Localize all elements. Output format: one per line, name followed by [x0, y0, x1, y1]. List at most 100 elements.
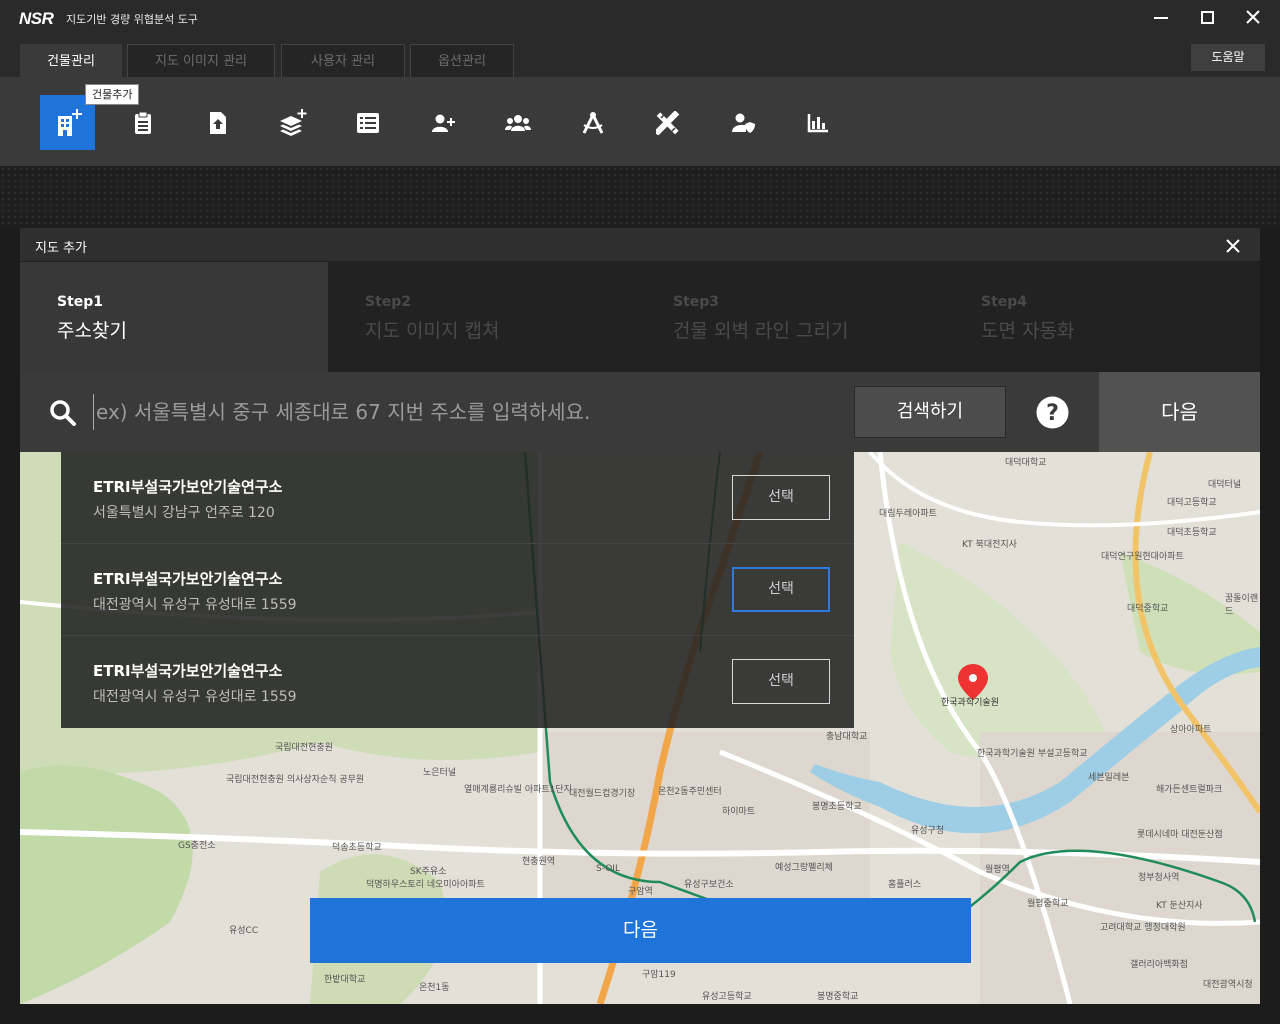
- map-label: 한밭대학교: [324, 975, 366, 985]
- user-shield-tool[interactable]: [715, 95, 770, 150]
- map-label: 구암119: [642, 970, 676, 980]
- step-number: Step2: [365, 294, 412, 310]
- toolbar: 건물추가: [0, 77, 1280, 166]
- map-label: 대덕터널: [1208, 480, 1242, 490]
- map-label: 월평중학교: [1027, 899, 1069, 909]
- map-label: 대덕연구원현대아파트: [1101, 552, 1184, 562]
- step-4: Step4 도면 자동화: [944, 262, 1252, 372]
- minimize-icon: [1154, 17, 1168, 19]
- map-label: S-OIL: [596, 864, 620, 874]
- result-name: ETRI부설국가보안기술연구소: [93, 478, 283, 496]
- address-search-input[interactable]: [93, 394, 833, 430]
- map-label: 덕명하우스토리 네오미아아파트: [366, 880, 485, 890]
- step-number: Step3: [673, 294, 720, 310]
- map-label: 온천1동: [419, 983, 450, 993]
- svg-text:?: ?: [1046, 401, 1059, 426]
- result-name: ETRI부설국가보안기술연구소: [93, 662, 283, 680]
- layers-add-icon: [279, 108, 306, 136]
- users-icon: [504, 114, 531, 131]
- map-label: 봉명초등학교: [812, 802, 862, 812]
- title-bar: NSR 지도기반 경량 위협분석 도구: [0, 0, 1280, 38]
- result-address: 대전광역시 유성구 유성대로 1559: [93, 597, 297, 613]
- close-icon: [1226, 239, 1240, 253]
- dialog-title: 지도 추가: [35, 241, 87, 256]
- next-button-bottom[interactable]: 다음: [310, 898, 971, 963]
- map-label: 대덕중학교: [1127, 604, 1169, 614]
- map-view[interactable]: 대덕대학교 대덕터널 대덕고등학교 대덕초등학교 대덕연구원현대아파트 KT 북…: [20, 452, 1260, 1004]
- search-result-item: ETRI부설국가보안기술연구소 대전광역시 유성구 유성대로 1559 선택: [61, 636, 854, 728]
- map-label: 꿈돌이랜드: [1225, 594, 1259, 617]
- chart-tool[interactable]: [790, 95, 845, 150]
- map-label: 유성고등학교: [702, 992, 752, 1002]
- map-label: 고려대학교 행정대학원: [1100, 923, 1186, 933]
- maximize-icon: [1201, 11, 1214, 24]
- map-label: 홈플러스: [888, 880, 922, 890]
- map-label: SK주유소: [410, 867, 447, 877]
- search-result-item: ETRI부설국가보안기술연구소 서울특별시 강남구 언주로 120 선택: [61, 452, 854, 544]
- search-button[interactable]: 검색하기: [854, 386, 1006, 438]
- map-label: 봉명중학교: [817, 992, 859, 1002]
- map-label: KT 북대전지사: [962, 540, 1017, 550]
- map-label: 유성구청: [911, 826, 945, 836]
- compass-tool[interactable]: [565, 95, 620, 150]
- dialog-close-button[interactable]: [1222, 235, 1244, 257]
- map-label: 국립대전현충원: [275, 743, 333, 753]
- users-tool[interactable]: [490, 95, 545, 150]
- minimize-button[interactable]: [1147, 5, 1175, 31]
- maximize-button[interactable]: [1193, 5, 1221, 31]
- close-icon: [1246, 10, 1260, 24]
- map-label: 구암역: [628, 887, 653, 897]
- map-label: 유성CC: [229, 926, 259, 936]
- map-label: 충남대학교: [826, 732, 868, 742]
- map-label: 해가든센트럴파크: [1156, 785, 1223, 795]
- step-2: Step2 지도 이미지 캡쳐: [328, 262, 636, 372]
- select-button[interactable]: 선택: [732, 659, 830, 704]
- tab-map-image-management[interactable]: 지도 이미지 관리: [127, 44, 275, 78]
- add-user-tool[interactable]: [415, 95, 470, 150]
- map-label: 정부청사역: [1138, 873, 1180, 883]
- help-button[interactable]: 도움말: [1191, 44, 1265, 71]
- map-label: 한국과학기술원: [941, 698, 999, 708]
- result-name: ETRI부설국가보안기술연구소: [93, 570, 283, 588]
- map-label: 온천2동주민센터: [658, 787, 722, 797]
- upload-tool[interactable]: [190, 95, 245, 150]
- map-label: 현충원역: [522, 857, 556, 867]
- map-label: 국립대전현충원 의사상자순직 공무원: [226, 775, 365, 785]
- map-label: 예성그랑펠리체: [775, 863, 833, 873]
- ruler-pencil-icon: [655, 110, 679, 135]
- step-number: Step1: [57, 294, 104, 310]
- map-label: 롯데시네마 대전둔산점: [1137, 830, 1223, 840]
- step-indicator: Step1 주소찾기 Step2 지도 이미지 캡쳐 Step3 건물 외벽 라…: [20, 262, 1260, 372]
- map-label: 대전월드컵경기장: [569, 789, 636, 799]
- layer-add-tool[interactable]: [265, 95, 320, 150]
- tab-user-management[interactable]: 사용자 관리: [281, 44, 405, 78]
- select-button[interactable]: 선택: [732, 567, 830, 612]
- window-close-button[interactable]: [1239, 5, 1267, 31]
- select-button[interactable]: 선택: [732, 475, 830, 520]
- ruler-pencil-tool[interactable]: [640, 95, 695, 150]
- map-label: 노은터널: [423, 768, 457, 778]
- address-search-bar: 검색하기 ? 다음: [20, 372, 1260, 452]
- building-add-icon: [57, 108, 82, 136]
- step-number: Step4: [981, 294, 1028, 310]
- tab-bar: 건물관리 지도 이미지 관리 사용자 관리 옵션관리 도움말: [0, 38, 1280, 78]
- map-label: 대덕대학교: [1005, 458, 1047, 468]
- tab-option-management[interactable]: 옵션관리: [410, 44, 514, 78]
- map-label: 하이마트: [722, 807, 756, 817]
- step-name: 건물 외벽 라인 그리기: [673, 320, 849, 342]
- map-label: 한국과학기술원 부설고등학교: [977, 749, 1088, 759]
- upload-file-icon: [209, 111, 226, 134]
- background-pattern: [0, 166, 1280, 228]
- map-label: 열매계룡리슈빌 아파트1단지: [464, 785, 572, 795]
- list-tool[interactable]: [340, 95, 395, 150]
- step-3: Step3 건물 외벽 라인 그리기: [636, 262, 944, 372]
- step-name: 도면 자동화: [981, 320, 1075, 342]
- tooltip: 건물추가: [85, 84, 140, 105]
- dialog-header: 지도 추가: [20, 228, 1260, 262]
- tab-building-management[interactable]: 건물관리: [20, 44, 122, 78]
- next-button-top[interactable]: 다음: [1099, 372, 1260, 452]
- question-circle-icon[interactable]: ?: [1036, 396, 1069, 429]
- result-address: 대전광역시 유성구 유성대로 1559: [93, 689, 297, 705]
- step-name: 지도 이미지 캡쳐: [365, 320, 500, 342]
- search-results-list: ETRI부설국가보안기술연구소 서울특별시 강남구 언주로 120 선택 ETR…: [61, 452, 854, 728]
